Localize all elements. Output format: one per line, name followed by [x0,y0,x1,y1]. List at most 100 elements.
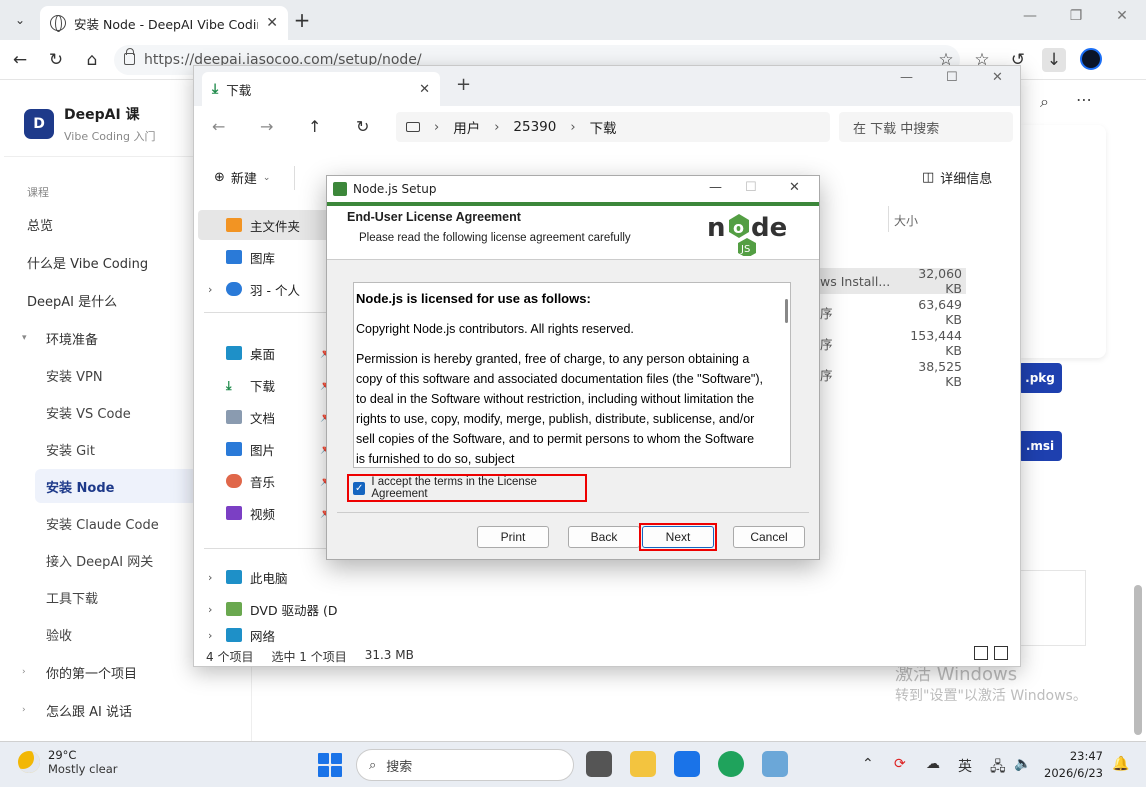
ime-indicator[interactable]: 英 [958,756,972,776]
sidebar-item-vscode[interactable]: 安装 VS Code [46,403,131,422]
nav-item-onedrive[interactable]: › 羽 - 个人 [198,274,346,304]
pkg-download-button[interactable]: .pkg [1018,363,1062,393]
sync-icon[interactable]: ⟳ [894,756,906,772]
close-tab-icon[interactable]: ✕ [266,15,278,31]
close-tab-icon[interactable]: ✕ [419,82,430,97]
caret-down-icon[interactable]: ▾ [22,333,27,343]
nav-item-pictures[interactable]: 图片 📌 [198,434,346,464]
caret-right-icon[interactable]: › [22,667,26,677]
new-button[interactable]: ⊕ 新建 ⌄ [214,168,270,187]
breadcrumb-item[interactable]: 下载 [590,117,617,137]
close-window-icon[interactable]: ✕ [1110,8,1134,24]
msi-download-button[interactable]: .msi [1018,431,1062,461]
nav-item-music[interactable]: 音乐 📌 [198,466,346,496]
refresh-icon[interactable]: ↻ [356,117,369,136]
search-icon[interactable]: ⌕ [1040,92,1049,112]
nav-item-desktop[interactable]: 桌面 📌 [198,338,346,368]
sidebar-item-env-prep[interactable]: 环境准备 [46,329,98,348]
task-view-icon[interactable] [586,751,612,777]
print-button[interactable]: Print [477,526,549,548]
sidebar-item-git[interactable]: 安装 Git [46,440,95,459]
breadcrumb-item[interactable]: 25390 [513,119,556,135]
notification-bell-icon[interactable]: 🔔 [1112,756,1129,772]
license-textbox[interactable]: Node.js is licensed for use as follows: … [353,282,791,468]
profile-avatar[interactable] [1080,48,1102,70]
back-icon[interactable]: ← [212,117,225,136]
nav-item-documents[interactable]: 文档 📌 [198,402,346,432]
browser-tab[interactable]: 安装 Node - DeepAI Vibe Coding 课 ✕ [40,6,288,40]
tab-list-icon[interactable]: ⌄ [8,8,32,32]
nav-item-gallery[interactable]: 图库 [198,242,346,272]
back-icon[interactable]: ← [8,48,32,72]
file-row[interactable]: ws Install... 32,060 KB [820,266,966,296]
page-scrollbar[interactable] [1134,585,1142,735]
network-icon[interactable]: 🖧 [990,756,1006,780]
maximize-icon[interactable]: ☐ [946,70,958,85]
sidebar-item-accept[interactable]: 验收 [46,625,72,644]
tray-expand-icon[interactable]: ⌃ [862,756,874,772]
edge-app-icon[interactable] [718,751,744,777]
sidebar-item-tools[interactable]: 工具下载 [46,588,98,607]
cloud-icon[interactable]: ☁ [926,756,940,772]
sidebar-item-claude[interactable]: 安装 Claude Code [46,514,159,533]
tiles-view-icon[interactable] [994,646,1008,660]
new-tab-button[interactable]: + [456,74,471,95]
sidebar-item-what-deepai[interactable]: DeepAI 是什么 [27,291,117,310]
minimize-icon[interactable]: — [1018,8,1042,24]
file-row[interactable]: 序 63,649 KB [820,297,966,327]
more-icon[interactable]: ⋯ [1076,90,1092,109]
weather-widget[interactable]: 29°C Mostly clear [18,748,117,776]
file-row[interactable]: 序 153,444 KB [820,328,966,358]
sidebar-item-first-project[interactable]: 你的第一个项目 [46,663,137,682]
sidebar-item-what-vibe[interactable]: 什么是 Vibe Coding [27,253,148,272]
column-header-size[interactable]: 大小 [894,212,918,229]
home-icon[interactable]: ⌂ [80,48,104,72]
volume-icon[interactable]: 🔈 [1014,756,1031,772]
details-button[interactable]: ◫ 详细信息 [922,168,992,187]
accept-terms-checkbox[interactable]: ✓ I accept the terms in the License Agre… [347,474,587,502]
installer-app-icon[interactable] [762,751,788,777]
nav-item-network[interactable]: › 网络 [198,624,346,646]
close-window-icon[interactable]: ✕ [992,70,1003,85]
chevron-right-icon[interactable]: › [208,603,212,616]
nav-item-thispc[interactable]: › 此电脑 [198,562,346,592]
sidebar-item-vpn[interactable]: 安装 VPN [46,366,103,385]
minimize-icon[interactable]: — [709,180,722,195]
file-explorer-app-icon[interactable] [630,751,656,777]
brand[interactable]: D DeepAI 课 Vibe Coding 入门 [24,104,156,144]
caret-right-icon[interactable]: › [22,705,26,715]
clock[interactable]: 23:47 2026/6/23 [1044,748,1103,782]
minimize-icon[interactable]: — [900,70,913,85]
downloads-icon[interactable]: ↓ [1042,48,1066,72]
store-app-icon[interactable] [674,751,700,777]
close-icon[interactable]: ✕ [789,180,800,195]
sidebar-item-gateway[interactable]: 接入 DeepAI 网关 [46,551,153,570]
explorer-search-input[interactable]: 在 下载 中搜索 [839,112,1013,142]
breadcrumb[interactable]: › 用户 › 25390 › 下载 [396,112,830,142]
refresh-icon[interactable]: ↻ [44,48,68,72]
explorer-tab[interactable]: ⤓ 下载 ✕ [202,72,440,106]
file-row[interactable]: 序 38,525 KB [820,359,966,389]
start-button[interactable] [318,753,342,777]
sidebar-item-talk-ai[interactable]: 怎么跟 AI 说话 [46,701,132,720]
up-icon[interactable]: ↑ [308,117,321,136]
nav-item-videos[interactable]: 视频 📌 [198,498,346,528]
forward-icon[interactable]: → [260,117,273,136]
nav-item-downloads[interactable]: ⤓ 下载 📌 [198,370,346,400]
gallery-icon [226,250,242,264]
sidebar-item-overview[interactable]: 总览 [27,215,53,234]
chevron-right-icon[interactable]: › [208,629,212,642]
back-button[interactable]: Back [568,526,640,548]
chevron-right-icon[interactable]: › [208,571,212,584]
details-view-icon[interactable] [974,646,988,660]
nav-item-home[interactable]: 主文件夹 [198,210,346,240]
breadcrumb-item[interactable]: 用户 [453,117,480,137]
taskbar-search[interactable]: ⌕ 搜索 [356,749,574,781]
nav-item-dvd[interactable]: › DVD 驱动器 (D [198,594,346,624]
cancel-button[interactable]: Cancel [733,526,805,548]
chevron-right-icon[interactable]: › [208,283,212,296]
license-scrollbar[interactable] [785,299,788,323]
restore-icon[interactable]: ❐ [1064,8,1088,24]
sidebar-item-node[interactable]: 安装 Node [46,477,114,496]
new-tab-button[interactable]: + [290,8,314,32]
